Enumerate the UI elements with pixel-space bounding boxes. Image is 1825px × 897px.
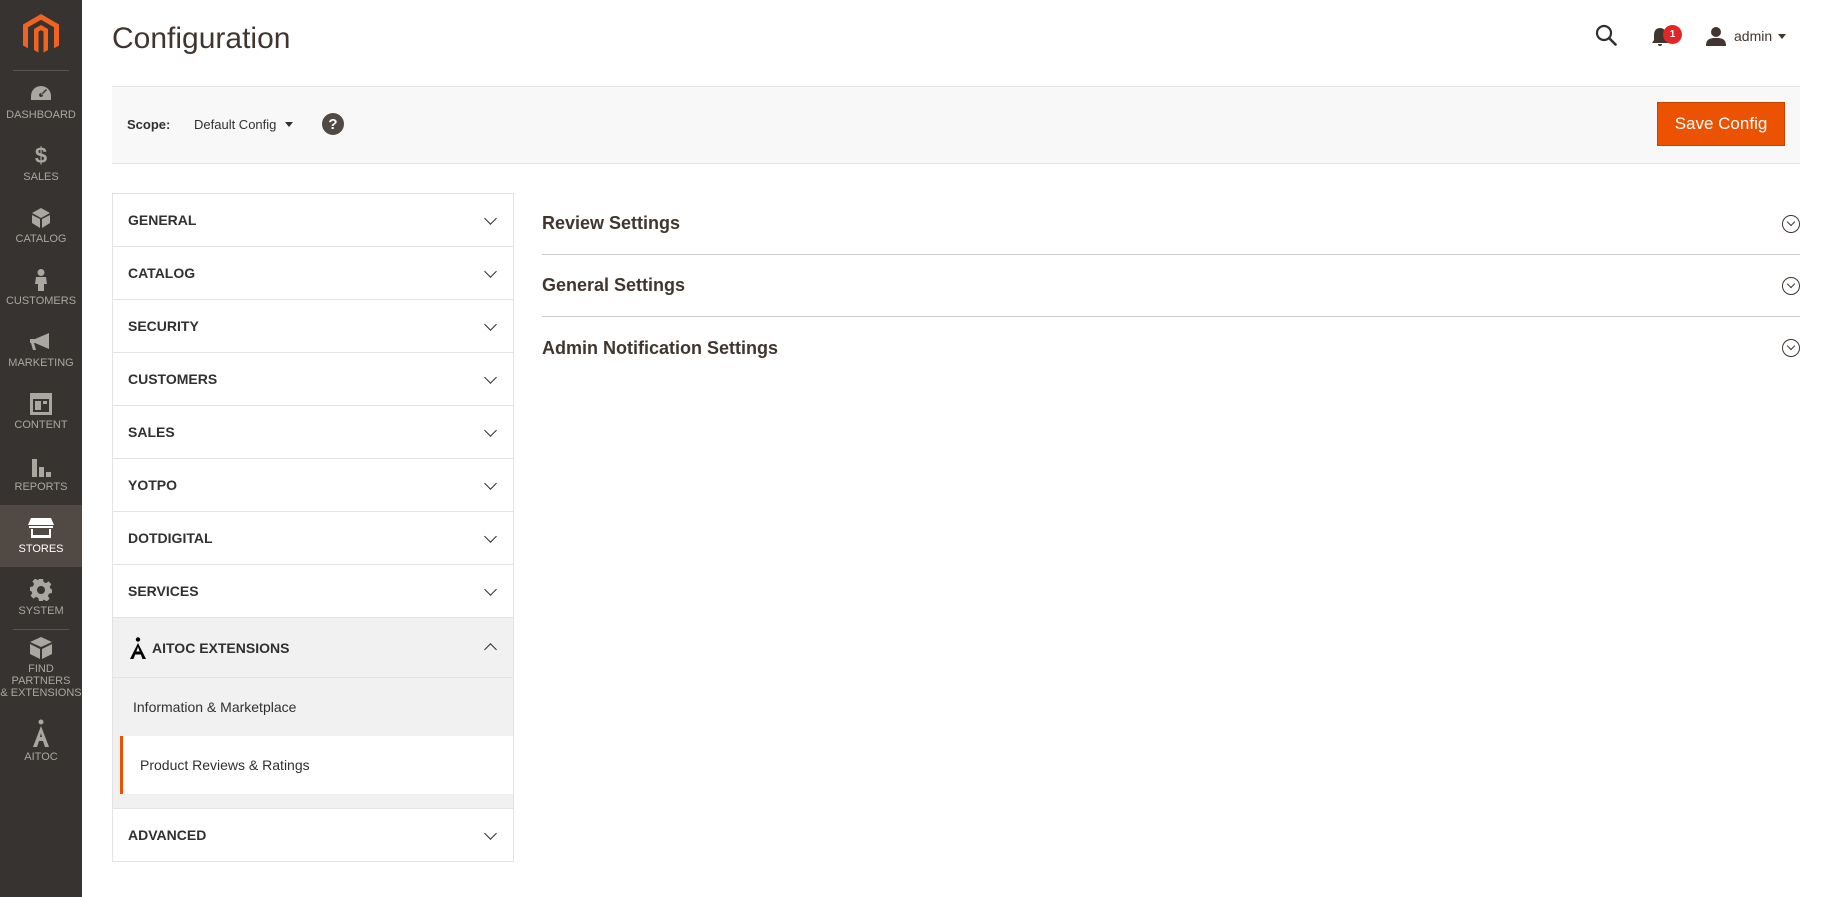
chevron-down-icon	[484, 826, 497, 840]
nav-reports[interactable]: REPORTS	[0, 443, 82, 505]
chevron-up-icon	[484, 643, 497, 656]
tab-catalog[interactable]: CATALOG	[113, 247, 513, 300]
config-sections: Review Settings General Settings Admin N…	[542, 193, 1800, 379]
tab-security-label: SECURITY	[128, 318, 199, 334]
tab-yotpo[interactable]: YOTPO	[113, 459, 513, 512]
chevron-down-icon	[484, 317, 497, 331]
section-admin-notification-settings[interactable]: Admin Notification Settings	[542, 317, 1800, 379]
tab-customers[interactable]: CUSTOMERS	[113, 353, 513, 406]
scope-switcher[interactable]: Default Config	[194, 117, 294, 132]
expand-circle-icon	[1782, 276, 1800, 295]
search-icon	[1595, 24, 1617, 46]
nav-sales-label: SALES	[23, 171, 59, 183]
tab-services-label: SERVICES	[128, 583, 199, 599]
scope-value: Default Config	[194, 117, 277, 132]
scope-help-icon[interactable]: ?	[322, 113, 344, 135]
tab-customers-label: CUSTOMERS	[128, 371, 218, 387]
section-title: General Settings	[542, 275, 686, 295]
tab-dotdigital[interactable]: DOTDIGITAL	[113, 512, 513, 565]
scope-label: Scope:	[127, 117, 171, 132]
nav-aitoc-label: AITOC	[24, 751, 58, 763]
bar-chart-icon	[32, 459, 51, 477]
tab-sales[interactable]: SALES	[113, 406, 513, 459]
expand-circle-icon	[1782, 214, 1800, 233]
section-title: Admin Notification Settings	[542, 337, 778, 358]
tab-general-label: GENERAL	[128, 212, 197, 228]
nav-marketing-label: MARKETING	[8, 357, 74, 369]
person-icon	[35, 269, 47, 291]
nav-find-partners-label-2: & EXTENSIONS	[0, 687, 82, 699]
global-search-button[interactable]	[1595, 24, 1617, 51]
nav-dashboard[interactable]: DASHBOARD	[0, 71, 82, 133]
chevron-down-icon	[285, 122, 294, 127]
subitem-product-reviews-ratings[interactable]: Product Reviews & Ratings	[120, 736, 513, 794]
nav-find-partners[interactable]: FIND PARTNERS & EXTENSIONS	[0, 630, 82, 706]
nav-dashboard-label: DASHBOARD	[6, 109, 76, 121]
chevron-down-icon	[1778, 33, 1787, 39]
chevron-down-icon	[484, 582, 497, 596]
scope-bar: Scope: Default Config ? Save Config	[112, 86, 1800, 164]
nav-catalog-label: CATALOG	[15, 233, 67, 245]
magento-logo-icon	[23, 14, 59, 53]
chevron-down-icon	[484, 423, 497, 437]
nav-content-label: CONTENT	[14, 419, 68, 431]
chevron-down-icon	[484, 264, 497, 278]
section-review-settings[interactable]: Review Settings	[542, 193, 1800, 255]
nav-marketing[interactable]: MARKETING	[0, 319, 82, 381]
tab-advanced[interactable]: ADVANCED	[113, 809, 513, 862]
nav-customers-label: CUSTOMERS	[5, 295, 77, 307]
subitem-information-marketplace[interactable]: Information & Marketplace	[113, 678, 513, 736]
section-title: Review Settings	[542, 213, 681, 233]
nav-find-partners-label-1: FIND PARTNERS	[11, 663, 71, 687]
nav-content[interactable]: CONTENT	[0, 381, 82, 443]
expand-circle-icon	[1782, 339, 1800, 357]
tab-aitoc-extensions-label: AITOC EXTENSIONS	[152, 639, 290, 656]
aitoc-icon	[33, 719, 49, 747]
save-config-button[interactable]: Save Config	[1657, 102, 1785, 146]
blocks-icon	[30, 637, 52, 659]
user-account-menu[interactable]: admin	[1706, 26, 1787, 46]
tab-security[interactable]: SECURITY	[113, 300, 513, 353]
chevron-down-icon	[484, 370, 497, 384]
nav-reports-label: REPORTS	[14, 481, 68, 493]
magento-logo[interactable]	[0, 0, 82, 70]
nav-system-label: SYSTEM	[18, 605, 64, 617]
config-tabs: GENERAL CATALOG SECURITY CUSTOMERS SALES…	[112, 193, 514, 862]
tab-services[interactable]: SERVICES	[113, 565, 513, 618]
dashboard-icon	[31, 86, 51, 100]
nav-catalog[interactable]: CATALOG	[0, 195, 82, 257]
storefront-icon	[28, 518, 54, 538]
username: admin	[1734, 28, 1773, 44]
chevron-down-icon	[484, 211, 497, 225]
nav-system[interactable]: SYSTEM	[0, 567, 82, 629]
notification-count-badge: 1	[1663, 25, 1682, 44]
tab-yotpo-label: YOTPO	[128, 477, 178, 493]
chevron-down-icon	[484, 476, 497, 490]
tab-aitoc-extensions[interactable]: AITOC EXTENSIONS	[113, 618, 513, 678]
tab-sales-label: SALES	[128, 424, 175, 440]
chevron-down-icon	[484, 529, 497, 543]
tab-advanced-label: ADVANCED	[128, 827, 207, 843]
section-general-settings[interactable]: General Settings	[542, 255, 1800, 317]
user-icon	[1706, 27, 1726, 46]
layout-icon	[30, 393, 52, 415]
nav-customers[interactable]: CUSTOMERS	[0, 257, 82, 319]
box-icon	[32, 208, 50, 228]
admin-sidebar: DASHBOARD $ SALES CATALOG CUSTOMERS MARK…	[0, 0, 82, 897]
nav-sales[interactable]: $ SALES	[0, 133, 82, 195]
nav-stores[interactable]: STORES	[0, 505, 82, 567]
nav-aitoc[interactable]: AITOC	[0, 706, 82, 776]
dollar-icon: $	[34, 143, 48, 168]
tab-catalog-label: CATALOG	[128, 265, 196, 281]
gear-icon	[30, 579, 52, 601]
tab-general[interactable]: GENERAL	[113, 194, 513, 247]
aitoc-subitems: Information & Marketplace Product Review…	[113, 678, 513, 809]
aitoc-logo-icon	[130, 636, 146, 659]
nav-stores-label: STORES	[18, 543, 64, 555]
page-title: Configuration	[112, 22, 291, 55]
megaphone-icon	[30, 333, 49, 350]
tab-dotdigital-label: DOTDIGITAL	[128, 530, 213, 546]
